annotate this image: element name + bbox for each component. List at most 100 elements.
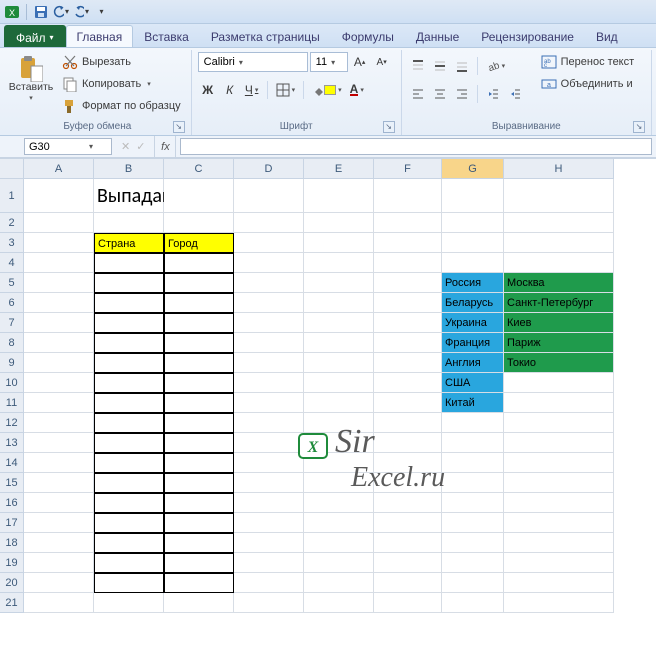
cell-F9[interactable]: [374, 353, 442, 373]
cell-E8[interactable]: [304, 333, 374, 353]
name-box[interactable]: ▾: [24, 138, 112, 155]
cell-A19[interactable]: [24, 553, 94, 573]
cell-G20[interactable]: [442, 573, 504, 593]
cell-C2[interactable]: [164, 213, 234, 233]
cell-D19[interactable]: [234, 553, 304, 573]
cell-D10[interactable]: [234, 373, 304, 393]
align-bottom-button[interactable]: [452, 56, 472, 76]
cell-G2[interactable]: [442, 213, 504, 233]
cell-G14[interactable]: [442, 453, 504, 473]
cell-B11[interactable]: [94, 393, 164, 413]
cell-H18[interactable]: [504, 533, 614, 553]
font-size-combo[interactable]: 11▾: [310, 52, 348, 72]
row-header-18[interactable]: 18: [0, 533, 24, 553]
cell-B16[interactable]: [94, 493, 164, 513]
cell-A20[interactable]: [24, 573, 94, 593]
cell-D16[interactable]: [234, 493, 304, 513]
cell-F6[interactable]: [374, 293, 442, 313]
align-right-button[interactable]: [452, 84, 472, 104]
col-header-A[interactable]: A: [24, 159, 94, 179]
cell-D1[interactable]: [234, 179, 304, 213]
copy-button[interactable]: Копировать ▾: [58, 74, 185, 94]
select-all-corner[interactable]: [0, 159, 24, 179]
cell-C18[interactable]: [164, 533, 234, 553]
cell-F7[interactable]: [374, 313, 442, 333]
cell-F20[interactable]: [374, 573, 442, 593]
cell-D14[interactable]: [234, 453, 304, 473]
font-launcher-icon[interactable]: ↘: [383, 121, 395, 133]
row-header-9[interactable]: 9: [0, 353, 24, 373]
row-header-17[interactable]: 17: [0, 513, 24, 533]
cell-B17[interactable]: [94, 513, 164, 533]
cell-F3[interactable]: [374, 233, 442, 253]
cell-D17[interactable]: [234, 513, 304, 533]
tab-view[interactable]: Вид: [585, 25, 629, 47]
formula-input[interactable]: [180, 138, 652, 155]
cell-D18[interactable]: [234, 533, 304, 553]
underline-button[interactable]: Ч: [242, 80, 262, 100]
cell-G6[interactable]: Беларусь: [442, 293, 504, 313]
cell-E7[interactable]: [304, 313, 374, 333]
row-header-6[interactable]: 6: [0, 293, 24, 313]
cell-C12[interactable]: [164, 413, 234, 433]
cell-E18[interactable]: [304, 533, 374, 553]
cell-H6[interactable]: Санкт-Петербург: [504, 293, 614, 313]
col-header-C[interactable]: C: [164, 159, 234, 179]
cell-F10[interactable]: [374, 373, 442, 393]
cell-H20[interactable]: [504, 573, 614, 593]
cell-A21[interactable]: [24, 593, 94, 613]
cell-E15[interactable]: [304, 473, 374, 493]
cell-H11[interactable]: [504, 393, 614, 413]
cell-E10[interactable]: [304, 373, 374, 393]
cell-G17[interactable]: [442, 513, 504, 533]
cell-G1[interactable]: [442, 179, 504, 213]
cell-H17[interactable]: [504, 513, 614, 533]
row-header-21[interactable]: 21: [0, 593, 24, 613]
cell-B21[interactable]: [94, 593, 164, 613]
cell-B5[interactable]: [94, 273, 164, 293]
cell-G8[interactable]: Франция: [442, 333, 504, 353]
cell-A6[interactable]: [24, 293, 94, 313]
cell-A8[interactable]: [24, 333, 94, 353]
cell-E13[interactable]: [304, 433, 374, 453]
row-header-4[interactable]: 4: [0, 253, 24, 273]
col-header-B[interactable]: B: [94, 159, 164, 179]
cell-F16[interactable]: [374, 493, 442, 513]
cell-E16[interactable]: [304, 493, 374, 513]
cell-H2[interactable]: [504, 213, 614, 233]
cell-D3[interactable]: [234, 233, 304, 253]
cell-B18[interactable]: [94, 533, 164, 553]
tab-formulas[interactable]: Формулы: [331, 25, 405, 47]
cell-A7[interactable]: [24, 313, 94, 333]
cell-C14[interactable]: [164, 453, 234, 473]
cell-G3[interactable]: [442, 233, 504, 253]
row-header-5[interactable]: 5: [0, 273, 24, 293]
cell-D20[interactable]: [234, 573, 304, 593]
cell-B2[interactable]: [94, 213, 164, 233]
undo-icon[interactable]: [53, 4, 69, 20]
cell-B3[interactable]: Страна: [94, 233, 164, 253]
cell-H16[interactable]: [504, 493, 614, 513]
cell-C19[interactable]: [164, 553, 234, 573]
cell-C10[interactable]: [164, 373, 234, 393]
row-header-14[interactable]: 14: [0, 453, 24, 473]
cell-E1[interactable]: [304, 179, 374, 213]
cell-A2[interactable]: [24, 213, 94, 233]
cell-G10[interactable]: США: [442, 373, 504, 393]
cell-D9[interactable]: [234, 353, 304, 373]
cell-H5[interactable]: Москва: [504, 273, 614, 293]
format-painter-button[interactable]: Формат по образцу: [58, 96, 185, 116]
cell-D12[interactable]: [234, 413, 304, 433]
row-header-8[interactable]: 8: [0, 333, 24, 353]
cell-A11[interactable]: [24, 393, 94, 413]
cell-F15[interactable]: [374, 473, 442, 493]
cell-D6[interactable]: [234, 293, 304, 313]
cell-A13[interactable]: [24, 433, 94, 453]
cell-E3[interactable]: [304, 233, 374, 253]
cell-D4[interactable]: [234, 253, 304, 273]
font-color-button[interactable]: A: [347, 80, 367, 100]
cell-E4[interactable]: [304, 253, 374, 273]
align-middle-button[interactable]: [430, 56, 450, 76]
cell-A10[interactable]: [24, 373, 94, 393]
cell-H10[interactable]: [504, 373, 614, 393]
